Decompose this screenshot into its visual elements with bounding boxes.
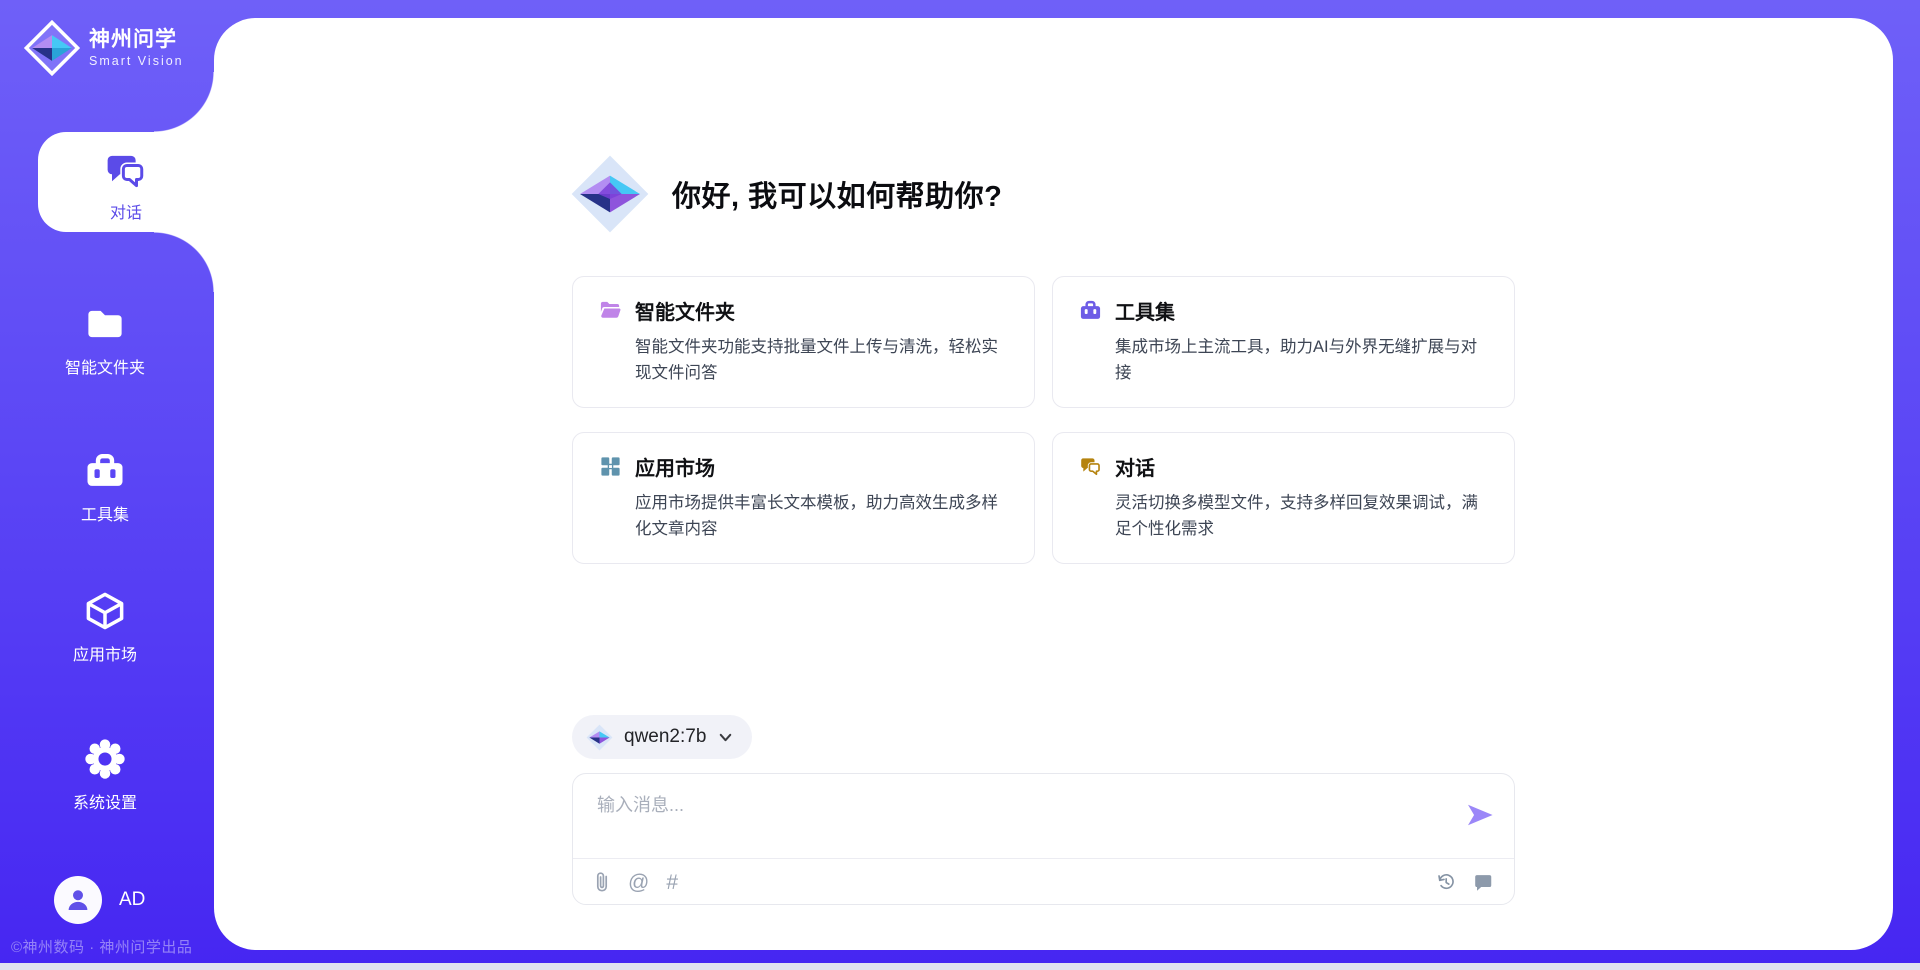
- card-toolset[interactable]: 工具集 集成市场上主流工具，助力AI与外界无缝扩展与对接: [1052, 276, 1515, 408]
- brand-subtitle: Smart Vision: [89, 54, 184, 68]
- main-panel: 你好, 我可以如何帮助你? 智能文件夹 智能文件夹功能支持批量文件上传与清洗，轻…: [214, 18, 1893, 950]
- chevron-down-icon: [717, 729, 734, 746]
- folder-icon: [84, 303, 126, 345]
- chat-bubble-icon: [1472, 871, 1494, 893]
- model-logo-icon: [586, 724, 613, 751]
- card-app-market[interactable]: 应用市场 应用市场提供丰富长文本模板，助力高效生成多样化文章内容: [572, 432, 1035, 564]
- card-description: 灵活切换多模型文件，支持多样回复效果调试，满足个性化需求: [1115, 490, 1488, 542]
- sidebar-item-label: 应用市场: [73, 641, 137, 665]
- user-name: AD: [119, 889, 145, 911]
- history-icon: [1435, 871, 1457, 893]
- model-name: qwen2:7b: [624, 726, 706, 748]
- composer-toolbar: @ #: [573, 859, 1514, 905]
- sidebar-item-chat[interactable]: 对话: [38, 148, 214, 223]
- copyright-text: ©神州数码 · 神州问学出品: [11, 936, 221, 957]
- send-button[interactable]: [1464, 799, 1496, 831]
- briefcase-icon: [1079, 299, 1102, 322]
- mention-button[interactable]: @: [628, 872, 649, 893]
- attach-file-button[interactable]: [593, 871, 611, 893]
- brand: 神州问学 Smart Vision: [24, 20, 184, 76]
- person-icon: [63, 885, 93, 915]
- sidebar-item-label: 工具集: [81, 501, 129, 525]
- window-bottom-edge: [0, 963, 1920, 970]
- history-button[interactable]: [1435, 871, 1457, 893]
- briefcase-icon: [84, 450, 126, 492]
- user-row[interactable]: AD: [54, 876, 145, 924]
- greeting-title: 你好, 我可以如何帮助你?: [672, 173, 1002, 215]
- card-title: 工具集: [1115, 296, 1175, 325]
- card-chat[interactable]: 对话 灵活切换多模型文件，支持多样回复效果调试，满足个性化需求: [1052, 432, 1515, 564]
- card-title: 智能文件夹: [635, 296, 735, 325]
- new-chat-button[interactable]: [1472, 871, 1494, 893]
- hashtag-button[interactable]: #: [666, 872, 678, 893]
- message-composer: @ #: [572, 773, 1515, 905]
- sidebar-item-app-market[interactable]: 应用市场: [0, 590, 210, 665]
- sidebar-item-label: 智能文件夹: [65, 354, 145, 378]
- sidebar: 神州问学 Smart Vision 对话 智能文件夹: [0, 0, 214, 970]
- card-description: 应用市场提供丰富长文本模板，助力高效生成多样化文章内容: [635, 490, 1008, 542]
- folder-open-icon: [599, 299, 622, 322]
- sidebar-item-label: 对话: [110, 199, 142, 223]
- sidebar-item-toolset[interactable]: 工具集: [0, 450, 210, 525]
- chat-icon: [1079, 455, 1102, 478]
- card-smart-folder[interactable]: 智能文件夹 智能文件夹功能支持批量文件上传与清洗，轻松实现文件问答: [572, 276, 1035, 408]
- chat-icon: [105, 148, 147, 190]
- assistant-logo-icon: [570, 154, 650, 234]
- feature-cards: 智能文件夹 智能文件夹功能支持批量文件上传与清洗，轻松实现文件问答: [572, 276, 1515, 564]
- grid-icon: [599, 455, 622, 478]
- send-icon: [1464, 799, 1496, 831]
- brand-logo-icon: [24, 20, 80, 76]
- card-description: 集成市场上主流工具，助力AI与外界无缝扩展与对接: [1115, 334, 1488, 386]
- app-root: 神州问学 Smart Vision 对话 智能文件夹: [0, 0, 1920, 970]
- card-title: 应用市场: [635, 452, 715, 481]
- message-input[interactable]: [595, 789, 1429, 853]
- gear-icon: [84, 738, 126, 780]
- sidebar-item-settings[interactable]: 系统设置: [0, 738, 210, 813]
- brand-name: 神州问学: [89, 28, 184, 52]
- model-selector[interactable]: qwen2:7b: [572, 715, 752, 759]
- card-title: 对话: [1115, 452, 1155, 481]
- sidebar-item-smart-folder[interactable]: 智能文件夹: [0, 303, 210, 378]
- avatar[interactable]: [54, 876, 102, 924]
- card-description: 智能文件夹功能支持批量文件上传与清洗，轻松实现文件问答: [635, 334, 1008, 386]
- greeting: 你好, 我可以如何帮助你?: [570, 154, 1002, 235]
- paperclip-icon: [593, 871, 611, 893]
- sidebar-item-label: 系统设置: [73, 789, 137, 813]
- cube-icon: [84, 590, 126, 632]
